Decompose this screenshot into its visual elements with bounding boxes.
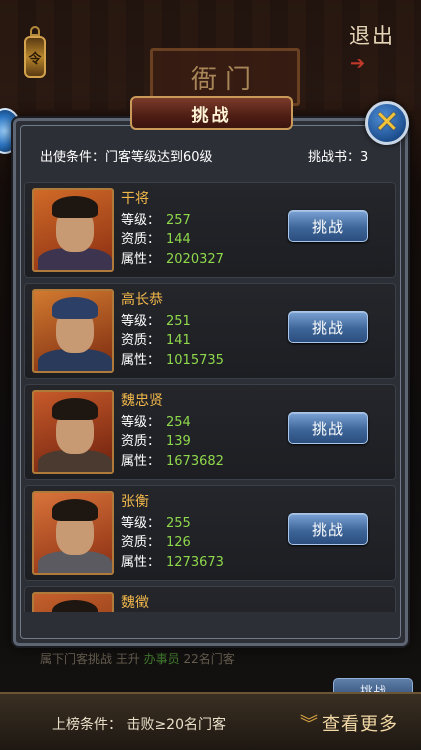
challenge-button[interactable]: 挑战 <box>288 210 368 242</box>
close-button[interactable]: ✕ <box>365 101 409 145</box>
attribute-value: 1673682 <box>166 454 224 469</box>
level-row: 等级： 257 <box>121 209 191 228</box>
opponent-name: 干将 <box>121 191 149 207</box>
double-chevron-down-icon: ︾ <box>300 714 318 735</box>
opponent-card: 魏徵 <box>24 586 396 612</box>
bottom-bar: 上榜条件： 击败≥20名门客 ︾ 查看更多 <box>0 692 421 750</box>
level-value: 257 <box>166 213 191 228</box>
attribute-row: 属性： 1273673 <box>121 551 224 570</box>
view-more-label: 查看更多 <box>322 714 398 735</box>
exit-button[interactable]: 退出 ➔ <box>349 20 413 74</box>
opponent-portrait <box>32 390 114 474</box>
ticker-text: 属下门客挑战 王升 <box>40 652 140 666</box>
attribute-label: 属性： <box>121 555 161 570</box>
opponent-portrait <box>32 592 114 612</box>
background-ticker: 属下门客挑战 王升 办事员 22名门客 <box>40 650 340 670</box>
quality-row: 资质： 126 <box>121 531 191 550</box>
quality-row: 资质： 144 <box>121 228 191 247</box>
opponent-name: 魏忠贤 <box>121 393 163 409</box>
ticker-highlight: 办事员 <box>143 652 180 666</box>
challenge-books: 挑战书：3 <box>308 146 368 165</box>
books-count: 3 <box>360 150 369 165</box>
attribute-row: 属性： 1673682 <box>121 450 224 469</box>
ticker-tail: 22名门客 <box>183 652 235 666</box>
condition-label: 出使条件： <box>40 150 106 165</box>
dispatch-condition: 出使条件：门客等级达到60级 <box>40 146 213 165</box>
quality-row: 资质： 141 <box>121 329 191 348</box>
attribute-label: 属性： <box>121 454 161 469</box>
attribute-row: 属性： 1015735 <box>121 349 224 368</box>
attribute-label: 属性： <box>121 252 161 267</box>
level-value: 251 <box>166 314 191 329</box>
view-more-button[interactable]: ︾ 查看更多 <box>300 708 412 738</box>
attribute-label: 属性： <box>121 353 161 368</box>
quality-value: 144 <box>166 232 191 247</box>
challenge-button[interactable]: 挑战 <box>288 412 368 444</box>
opponent-portrait <box>32 188 114 272</box>
level-label: 等级： <box>121 415 161 430</box>
opponent-card: 魏忠贤 等级： 254 资质： 139 属性： 1673682 挑战 <box>24 384 396 480</box>
lantern-glyph: 令 <box>24 36 46 78</box>
opponent-name: 高长恭 <box>121 292 163 308</box>
exit-label: 退出 <box>349 24 395 48</box>
exit-arrow-icon: ➔ <box>350 53 368 74</box>
opponent-card: 张衡 等级： 255 资质： 126 属性： 1273673 挑战 <box>24 485 396 581</box>
opponent-portrait <box>32 491 114 575</box>
quality-value: 126 <box>166 535 191 550</box>
quality-label: 资质： <box>121 434 161 449</box>
attribute-row: 属性： 2020327 <box>121 248 224 267</box>
level-row: 等级： 251 <box>121 310 191 329</box>
opponent-card: 高长恭 等级： 251 资质： 141 属性： 1015735 挑战 <box>24 283 396 379</box>
level-label: 等级： <box>121 516 161 531</box>
opponent-portrait <box>32 289 114 373</box>
attribute-value: 1015735 <box>166 353 224 368</box>
level-row: 等级： 254 <box>121 411 191 430</box>
level-value: 255 <box>166 516 191 531</box>
close-x-icon: ✕ <box>374 105 400 140</box>
quality-value: 141 <box>166 333 191 348</box>
opponent-name: 魏徵 <box>121 595 149 611</box>
books-label: 挑战书： <box>308 150 361 165</box>
quality-label: 资质： <box>121 333 161 348</box>
level-row: 等级： 255 <box>121 512 191 531</box>
quality-label: 资质： <box>121 232 161 247</box>
opponent-name: 张衡 <box>121 494 149 510</box>
level-label: 等级： <box>121 213 161 228</box>
quality-label: 资质： <box>121 535 161 550</box>
challenge-button[interactable]: 挑战 <box>288 513 368 545</box>
condition-value: 门客等级达到60级 <box>105 150 213 165</box>
level-label: 等级： <box>121 314 161 329</box>
opponent-card: 干将 等级： 257 资质： 144 属性： 2020327 挑战 <box>24 182 396 278</box>
lantern-icon[interactable]: 令 <box>24 26 46 82</box>
level-value: 254 <box>166 415 191 430</box>
attribute-value: 2020327 <box>166 252 224 267</box>
opponent-list[interactable]: 干将 等级： 257 资质： 144 属性： 2020327 挑战 高长恭 等级： 25… <box>24 170 396 612</box>
modal-title: 挑战 <box>130 96 293 130</box>
challenge-button[interactable]: 挑战 <box>288 311 368 343</box>
quality-row: 资质： 139 <box>121 430 191 449</box>
attribute-value: 1273673 <box>166 555 224 570</box>
rank-condition: 上榜条件： 击败≥20名门客 <box>52 717 226 733</box>
quality-value: 139 <box>166 434 191 449</box>
